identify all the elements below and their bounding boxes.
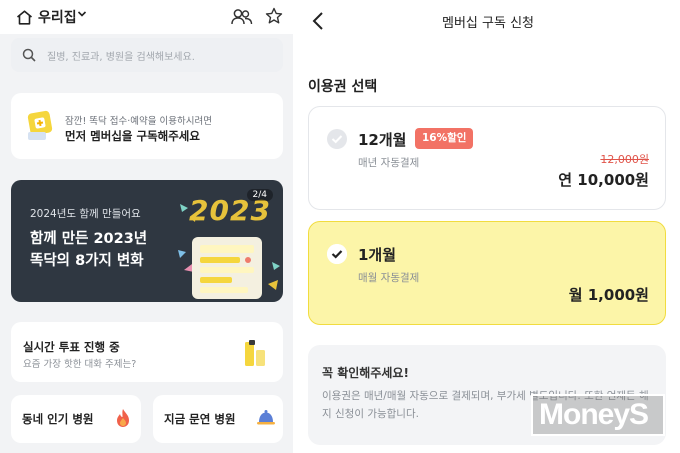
chevron-down-icon[interactable] bbox=[77, 10, 87, 18]
promo-line-2: 먼저 멤버십을 구독해주세요 bbox=[65, 129, 200, 143]
bell-icon bbox=[257, 410, 275, 425]
watermark-text: MoneyS bbox=[539, 398, 649, 431]
membership-card-icon bbox=[27, 110, 53, 140]
search-bar[interactable]: 질병, 진료과, 병원을 검색해보세요. bbox=[11, 38, 283, 72]
search-placeholder: 질병, 진료과, 병원을 검색해보세요. bbox=[47, 52, 195, 63]
event-banner[interactable]: 2024년도 함께 만들어요 함께 만든 2023년 똑닥의 8가지 변화 20… bbox=[11, 180, 283, 302]
location-label[interactable]: 우리집 bbox=[38, 7, 77, 27]
vote-subtitle: 요즘 가장 핫한 대화 주제는? bbox=[23, 359, 137, 370]
plan-name: 1개월 bbox=[358, 246, 397, 264]
banner-title: 함께 만든 2023년 똑닥의 8가지 변화 bbox=[30, 228, 147, 272]
popular-hospitals-card[interactable]: 동네 인기 병원 bbox=[11, 395, 141, 443]
open-hospitals-card[interactable]: 지금 문연 병원 bbox=[153, 395, 283, 443]
banner-subtitle: 2024년도 함께 만들어요 bbox=[30, 208, 141, 220]
open-hospitals-label: 지금 문연 병원 bbox=[164, 412, 236, 426]
phone-screen-graphic bbox=[200, 245, 254, 293]
banner-title-line-2: 똑닥의 8가지 변화 bbox=[30, 253, 144, 269]
popular-hospitals-label: 동네 인기 병원 bbox=[22, 412, 94, 426]
check-icon bbox=[331, 135, 343, 144]
live-vote-card[interactable]: 실시간 투표 진행 중 요즘 가장 핫한 대화 주제는? bbox=[11, 322, 283, 382]
plan-option-1-month[interactable]: 1개월 매월 자동결제 월 1,000원 bbox=[308, 221, 666, 325]
banner-title-line-1: 함께 만든 2023년 bbox=[30, 231, 148, 247]
people-icon[interactable] bbox=[231, 8, 253, 26]
page-title: 멤버십 구독 신청 bbox=[442, 16, 534, 31]
phone-illustration bbox=[192, 237, 262, 299]
discount-badge: 16%할인 bbox=[415, 128, 474, 149]
plan-check-12-months[interactable] bbox=[327, 129, 347, 149]
fire-icon bbox=[117, 409, 129, 427]
plan-description: 매년 자동결제 bbox=[358, 157, 420, 169]
membership-promo-card[interactable]: 잠깐! 똑닥 접수·예약을 이용하시려면 먼저 멤버십을 구독해주세요 bbox=[11, 93, 283, 159]
watermark: MoneyS bbox=[531, 394, 665, 436]
section-title: 이용권 선택 bbox=[308, 79, 378, 95]
bar-chart-icon bbox=[245, 340, 265, 366]
plan-name: 12개월 bbox=[358, 131, 407, 149]
search-icon bbox=[22, 48, 36, 62]
plan-description: 매월 자동결제 bbox=[358, 272, 420, 284]
star-icon[interactable] bbox=[265, 7, 283, 25]
home-icon bbox=[16, 10, 33, 25]
membership-screen: 멤버십 구독 신청 이용권 선택 12개월 16%할인 매년 자동결제 12,0… bbox=[296, 0, 680, 453]
plan-price: 연 10,000원 bbox=[558, 171, 649, 189]
vote-title: 실시간 투표 진행 중 bbox=[23, 340, 120, 354]
plan-option-12-months[interactable]: 12개월 16%할인 매년 자동결제 12,000원 연 10,000원 bbox=[308, 106, 666, 210]
check-icon bbox=[327, 244, 347, 264]
original-price: 12,000원 bbox=[600, 153, 649, 166]
plan-check-1-month[interactable] bbox=[327, 244, 347, 264]
home-screen: 우리집 질병, 진료과, 병원을 검색해보세요. 잠깐! 똑닥 접수·예약을 이… bbox=[0, 0, 293, 453]
top-bar: 우리집 bbox=[0, 0, 293, 34]
promo-line-1: 잠깐! 똑닥 접수·예약을 이용하시려면 bbox=[65, 116, 212, 127]
notice-title: 꼭 확인해주세요! bbox=[322, 366, 409, 380]
plan-price: 월 1,000원 bbox=[568, 286, 649, 304]
